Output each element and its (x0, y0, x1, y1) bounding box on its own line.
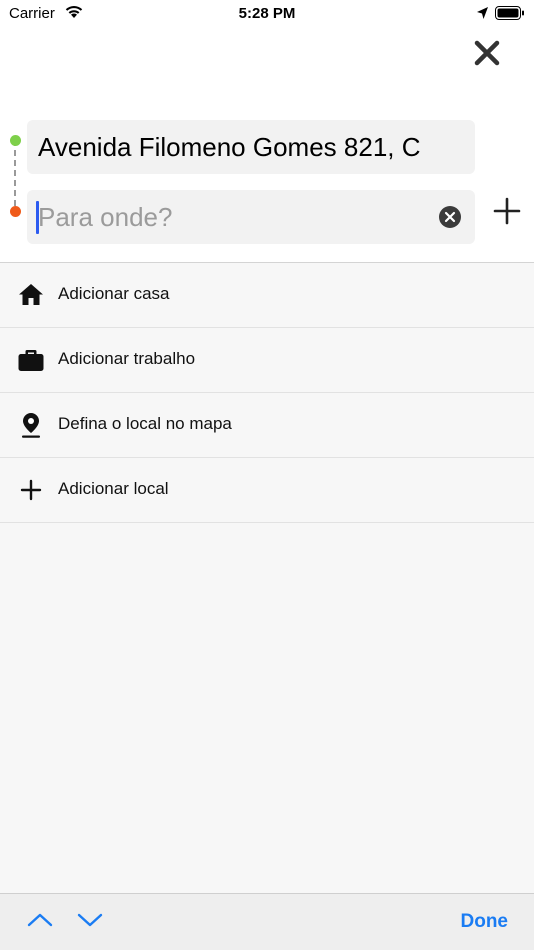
list-item-set-on-map[interactable]: Defina o local no mapa (0, 393, 534, 458)
done-button[interactable]: Done (461, 911, 509, 933)
origin-field[interactable]: Avenida Filomeno Gomes 821, C (27, 120, 475, 174)
plus-icon (493, 197, 521, 225)
list-item-add-place[interactable]: Adicionar local (0, 458, 534, 523)
previous-field-button[interactable] (27, 910, 53, 930)
briefcase-icon (17, 346, 45, 374)
origin-dot-icon (10, 135, 21, 146)
plus-icon (17, 476, 45, 504)
route-header: Avenida Filomeno Gomes 821, C (0, 30, 534, 263)
keyboard-toolbar: Done (0, 893, 534, 950)
origin-address-text: Avenida Filomeno Gomes 821, C (38, 132, 421, 162)
route-connector-line (14, 140, 16, 206)
location-arrow-icon (476, 6, 489, 24)
chevron-down-icon (77, 913, 103, 927)
battery-icon (495, 6, 525, 24)
list-item-label: Defina o local no mapa (58, 414, 232, 433)
chevron-up-icon (27, 913, 53, 927)
map-pin-icon (17, 411, 45, 439)
next-field-button[interactable] (77, 910, 103, 930)
list-item-label: Adicionar trabalho (58, 349, 196, 368)
places-list: Adicionar casa Adicionar trabalho Defina… (0, 263, 534, 523)
clear-button[interactable] (439, 206, 461, 228)
screen: Carrier 5:28 PM Avenida Filomeno Gomes 8… (0, 0, 534, 950)
home-icon (17, 281, 45, 309)
clear-icon (439, 206, 461, 228)
destination-dot-icon (10, 206, 21, 217)
list-item-add-home[interactable]: Adicionar casa (0, 263, 534, 328)
destination-field[interactable] (27, 190, 475, 244)
list-item-add-work[interactable]: Adicionar trabalho (0, 328, 534, 393)
status-bar: Carrier 5:28 PM (0, 0, 534, 30)
list-item-label: Adicionar local (58, 479, 169, 498)
add-stop-button[interactable] (492, 196, 522, 226)
list-item-label: Adicionar casa (58, 284, 170, 303)
close-button[interactable] (470, 36, 504, 70)
clock: 5:28 PM (238, 5, 296, 22)
close-icon (474, 40, 500, 66)
destination-input[interactable] (35, 198, 428, 236)
